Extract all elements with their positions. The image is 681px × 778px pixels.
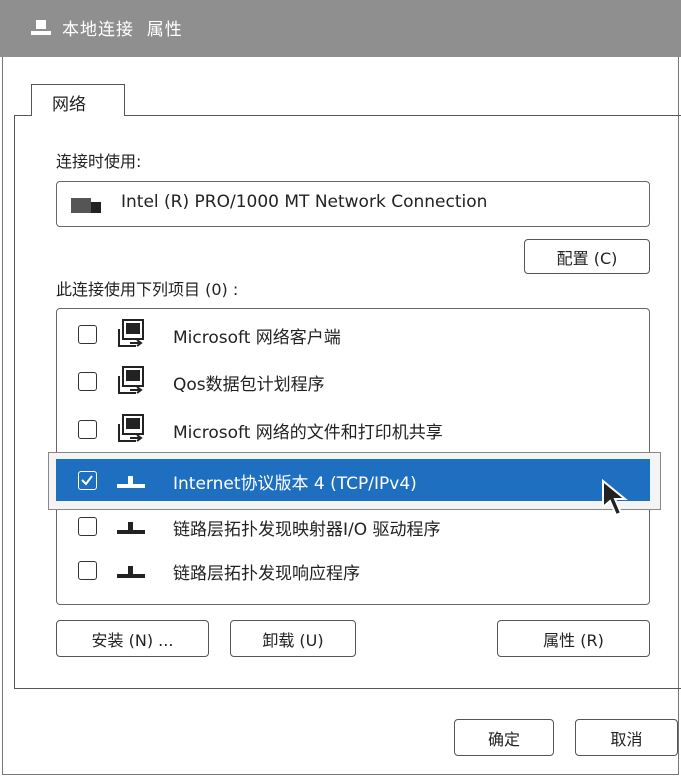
list-item[interactable]: Microsoft 网络的文件和打印机共享 (56, 408, 650, 450)
list-item[interactable]: Qos数据包计划程序 (56, 360, 650, 402)
list-item[interactable]: 链路层拓扑发现响应程序 (56, 549, 650, 591)
adapter-name: Intel (R) PRO/1000 MT Network Connection (121, 192, 488, 212)
network-client-icon (118, 366, 144, 394)
title-bar: 本地连接 属性 (0, 0, 681, 57)
list-item-label: Microsoft 网络的文件和打印机共享 (173, 423, 443, 443)
list-item[interactable]: Microsoft 网络客户端 (56, 313, 650, 355)
list-item-label: Microsoft 网络客户端 (173, 328, 341, 348)
network-adapter-icon (71, 198, 101, 213)
checkbox-checked[interactable] (78, 471, 97, 490)
tab-network[interactable]: 网络 (31, 84, 125, 116)
uninstall-button[interactable]: 卸载 (U) (230, 620, 356, 657)
network-connection-icon (31, 20, 51, 35)
protocol-icon (117, 476, 145, 488)
network-client-icon (118, 414, 144, 442)
list-item-label: 链路层拓扑发现映射器I/O 驱动程序 (173, 520, 441, 540)
properties-button[interactable]: 属性 (R) (497, 620, 650, 657)
window-title: 本地连接 属性 (62, 20, 183, 40)
configure-button[interactable]: 配置 (C) (524, 239, 650, 274)
list-item[interactable]: 链路层拓扑发现映射器I/O 驱动程序 (56, 505, 650, 547)
checkbox[interactable] (78, 325, 97, 344)
list-item-label: Qos数据包计划程序 (173, 375, 325, 395)
protocol-icon (117, 566, 145, 578)
list-item-label: Internet协议版本 4 (TCP/IPv4) (173, 474, 417, 494)
checkbox[interactable] (78, 517, 97, 536)
connect-using-label: 连接时使用: (56, 152, 142, 171)
tab-network-label: 网络 (52, 95, 86, 115)
adapter-field: Intel (R) PRO/1000 MT Network Connection (56, 181, 650, 227)
list-item-label: 链路层拓扑发现响应程序 (173, 564, 360, 584)
items-label: 此连接使用下列项目 (0) : (56, 280, 239, 299)
cancel-button[interactable]: 取消 (575, 719, 678, 756)
checkmark-icon (81, 475, 93, 486)
checkbox[interactable] (78, 420, 97, 439)
install-button[interactable]: 安装 (N) ... (56, 620, 209, 657)
checkbox[interactable] (78, 372, 97, 391)
protocol-icon (117, 522, 145, 534)
list-item-selected[interactable]: Internet协议版本 4 (TCP/IPv4) (56, 459, 650, 501)
network-client-icon (118, 319, 144, 347)
ok-button[interactable]: 确定 (454, 719, 554, 756)
checkbox[interactable] (78, 561, 97, 580)
